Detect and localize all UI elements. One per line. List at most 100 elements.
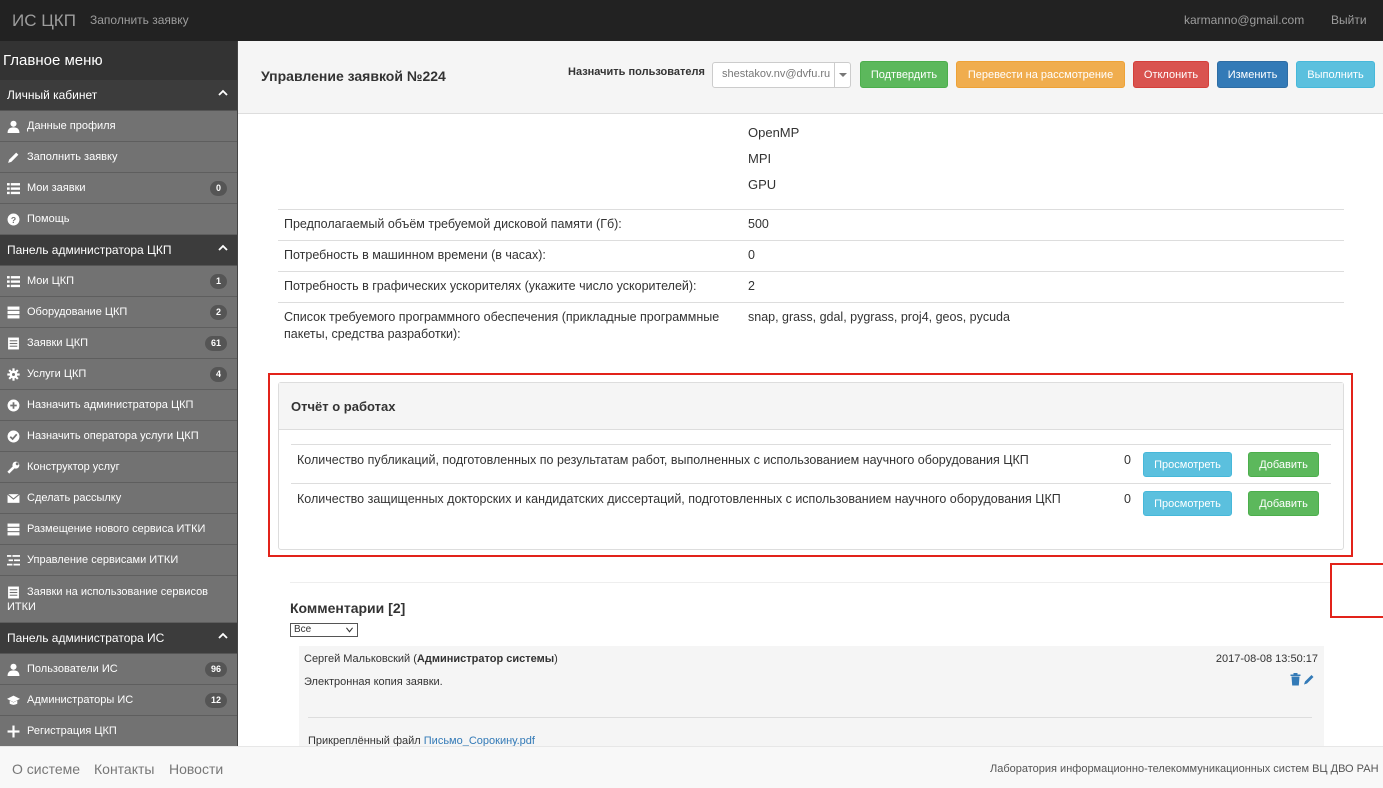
view-dissertations-button[interactable]: Просмотреть xyxy=(1143,491,1232,516)
comment-item: Сергей Мальковский (Администратор систем… xyxy=(299,646,1324,746)
page-title: Управление заявкой №224 xyxy=(261,68,446,84)
trash-icon[interactable] xyxy=(1290,673,1301,686)
execute-button[interactable]: Выполнить xyxy=(1296,61,1375,88)
sidebar-item-admins[interactable]: Администраторы ИС 12 xyxy=(0,685,237,716)
count-badge: 96 xyxy=(204,662,227,677)
sidebar-section-is-admin[interactable]: Панель администратора ИС xyxy=(0,623,237,654)
detail-label: Список требуемого программного обеспечен… xyxy=(284,310,720,341)
footer-contacts-link[interactable]: Контакты xyxy=(94,761,154,777)
brand-link[interactable]: ИС ЦКП xyxy=(12,11,76,31)
sidebar-item-manage-services[interactable]: Управление сервисами ИТКИ xyxy=(0,545,237,576)
request-content: OpenMP MPI GPU Предполагаемый объём треб… xyxy=(238,114,1383,746)
sidebar-item-my-requests[interactable]: Мои заявки 0 xyxy=(0,173,237,204)
document-list-icon xyxy=(8,337,19,350)
add-publication-button[interactable]: Добавить xyxy=(1248,452,1319,477)
sidebar-item-fill-request[interactable]: Заполнить заявку xyxy=(0,142,237,173)
attachment-label: Прикреплённый файл xyxy=(308,735,424,746)
footer: О системе Контакты Новости Лаборатория и… xyxy=(0,746,1383,788)
confirm-button[interactable]: Подтвердить xyxy=(860,61,948,88)
sidebar-item-my-ckp[interactable]: Мои ЦКП 1 xyxy=(0,266,237,297)
sidebar-item-label: Заявки на использование сервисов ИТКИ xyxy=(7,586,209,613)
sidebar-section-ckp-admin[interactable]: Панель администратора ЦКП xyxy=(0,235,237,266)
sidebar-item-constructor[interactable]: Конструктор услуг xyxy=(0,452,237,483)
tech-item: GPU xyxy=(748,177,777,192)
sidebar-item-profile[interactable]: Данные профиля xyxy=(0,111,237,142)
detail-value: snap, grass, gdal, pygrass, proj4, geos,… xyxy=(748,310,1010,324)
plus-icon xyxy=(7,725,20,738)
sidebar-item-requests[interactable]: Заявки ЦКП 61 xyxy=(0,328,237,359)
wrench-icon xyxy=(7,461,20,474)
footer-about-link[interactable]: О системе xyxy=(12,761,80,777)
sidebar-item-label: Назначить администратора ЦКП xyxy=(27,399,194,411)
sidebar-item-mailing[interactable]: Сделать рассылку xyxy=(0,483,237,514)
sidebar-item-assign-operator[interactable]: Назначить оператора услуги ЦКП xyxy=(0,421,237,452)
sidebar-item-users[interactable]: Пользователи ИС 96 xyxy=(0,654,237,685)
check-circle-icon xyxy=(7,430,20,443)
review-button[interactable]: Перевести на рассмотрение xyxy=(956,61,1125,88)
report-item-count: 0 xyxy=(1124,453,1131,467)
sidebar-item-new-service[interactable]: Размещение нового сервиса ИТКИ xyxy=(0,514,237,545)
list-icon xyxy=(7,183,20,195)
sidebar-item-label: Помощь xyxy=(27,213,70,225)
comments-filter-select[interactable]: Все xyxy=(290,623,358,637)
sidebar-section-personal[interactable]: Личный кабинет xyxy=(0,80,237,111)
sidebar-item-register[interactable]: Регистрация ЦКП xyxy=(0,716,237,746)
report-item-text: Количество публикаций, подготовленных по… xyxy=(297,453,1029,467)
assign-user-select[interactable]: shestakov.nv@dvfu.ru xyxy=(712,62,851,88)
caret-down-icon[interactable] xyxy=(834,63,850,87)
detail-value: 500 xyxy=(748,217,769,231)
comment-actions xyxy=(1290,673,1316,687)
change-button[interactable]: Изменить xyxy=(1217,61,1288,88)
sidebar-item-service-requests[interactable]: Заявки на использование сервисов ИТКИ xyxy=(0,576,237,623)
attachment-link[interactable]: Письмо_Сорокину.pdf xyxy=(424,735,535,746)
sidebar-item-label: Оборудование ЦКП xyxy=(27,306,128,318)
sidebar-item-label: Сделать рассылку xyxy=(27,492,122,504)
add-dissertation-button[interactable]: Добавить xyxy=(1248,491,1319,516)
chevron-up-icon xyxy=(218,632,228,639)
table-divider xyxy=(278,271,1344,272)
reject-button[interactable]: Отклонить xyxy=(1133,61,1209,88)
document-list-icon xyxy=(8,586,19,599)
tasks-icon xyxy=(7,555,20,566)
envelope-icon xyxy=(7,493,20,503)
sidebar-item-label: Данные профиля xyxy=(27,120,116,132)
sidebar-item-assign-admin[interactable]: Назначить администратора ЦКП xyxy=(0,390,237,421)
sidebar-item-equipment[interactable]: Оборудование ЦКП 2 xyxy=(0,297,237,328)
count-badge: 61 xyxy=(204,336,227,351)
highlight-box xyxy=(1330,563,1383,618)
nav-fill-request-link[interactable]: Заполнить заявку xyxy=(90,13,189,27)
sidebar-section-label: Личный кабинет xyxy=(7,88,98,102)
logout-link[interactable]: Выйти xyxy=(1331,13,1367,27)
footer-news-link[interactable]: Новости xyxy=(169,761,223,777)
assign-user-value: shestakov.nv@dvfu.ru xyxy=(722,68,831,80)
comment-attachment: Прикреплённый файл Письмо_Сорокину.pdf xyxy=(308,735,535,746)
comment-author-role: Администратор системы xyxy=(416,653,555,665)
count-badge: 12 xyxy=(204,693,227,708)
sidebar-item-label: Назначить оператора услуги ЦКП xyxy=(27,430,199,442)
detail-value: 0 xyxy=(748,248,755,262)
comment-text: Электронная копия заявки. xyxy=(304,676,443,688)
plus-circle-icon xyxy=(7,399,20,412)
chevron-up-icon xyxy=(218,244,228,251)
comment-divider xyxy=(308,717,1312,718)
table-divider xyxy=(278,209,1344,210)
sidebar-item-help[interactable]: ? Помощь xyxy=(0,204,237,235)
chevron-down-icon xyxy=(346,627,353,633)
chevron-up-icon xyxy=(218,89,228,96)
table-row: Количество публикаций, подготовленных по… xyxy=(291,444,1331,483)
graduation-cap-icon xyxy=(7,695,20,705)
pencil-icon[interactable] xyxy=(1303,673,1315,686)
user-email-link[interactable]: karmanno@gmail.com xyxy=(1184,13,1304,27)
view-publications-button[interactable]: Просмотреть xyxy=(1143,452,1232,477)
svg-text:?: ? xyxy=(11,215,16,225)
comment-author-name: Сергей Мальковский ( xyxy=(304,653,417,665)
tech-item: MPI xyxy=(748,151,772,166)
table-divider xyxy=(278,240,1344,241)
comment-author: Сергей Мальковский (Администратор систем… xyxy=(304,653,558,665)
assign-user-label: Назначить пользователя xyxy=(568,66,705,78)
footer-lab-text: Лаборатория информационно-телекоммуникац… xyxy=(990,763,1379,775)
sidebar-item-services[interactable]: Услуги ЦКП 4 xyxy=(0,359,237,390)
sidebar-item-label: Пользователи ИС xyxy=(27,663,118,675)
detail-label: Потребность в графических ускорителях (у… xyxy=(284,279,697,293)
sidebar-item-label: Администраторы ИС xyxy=(27,694,134,706)
